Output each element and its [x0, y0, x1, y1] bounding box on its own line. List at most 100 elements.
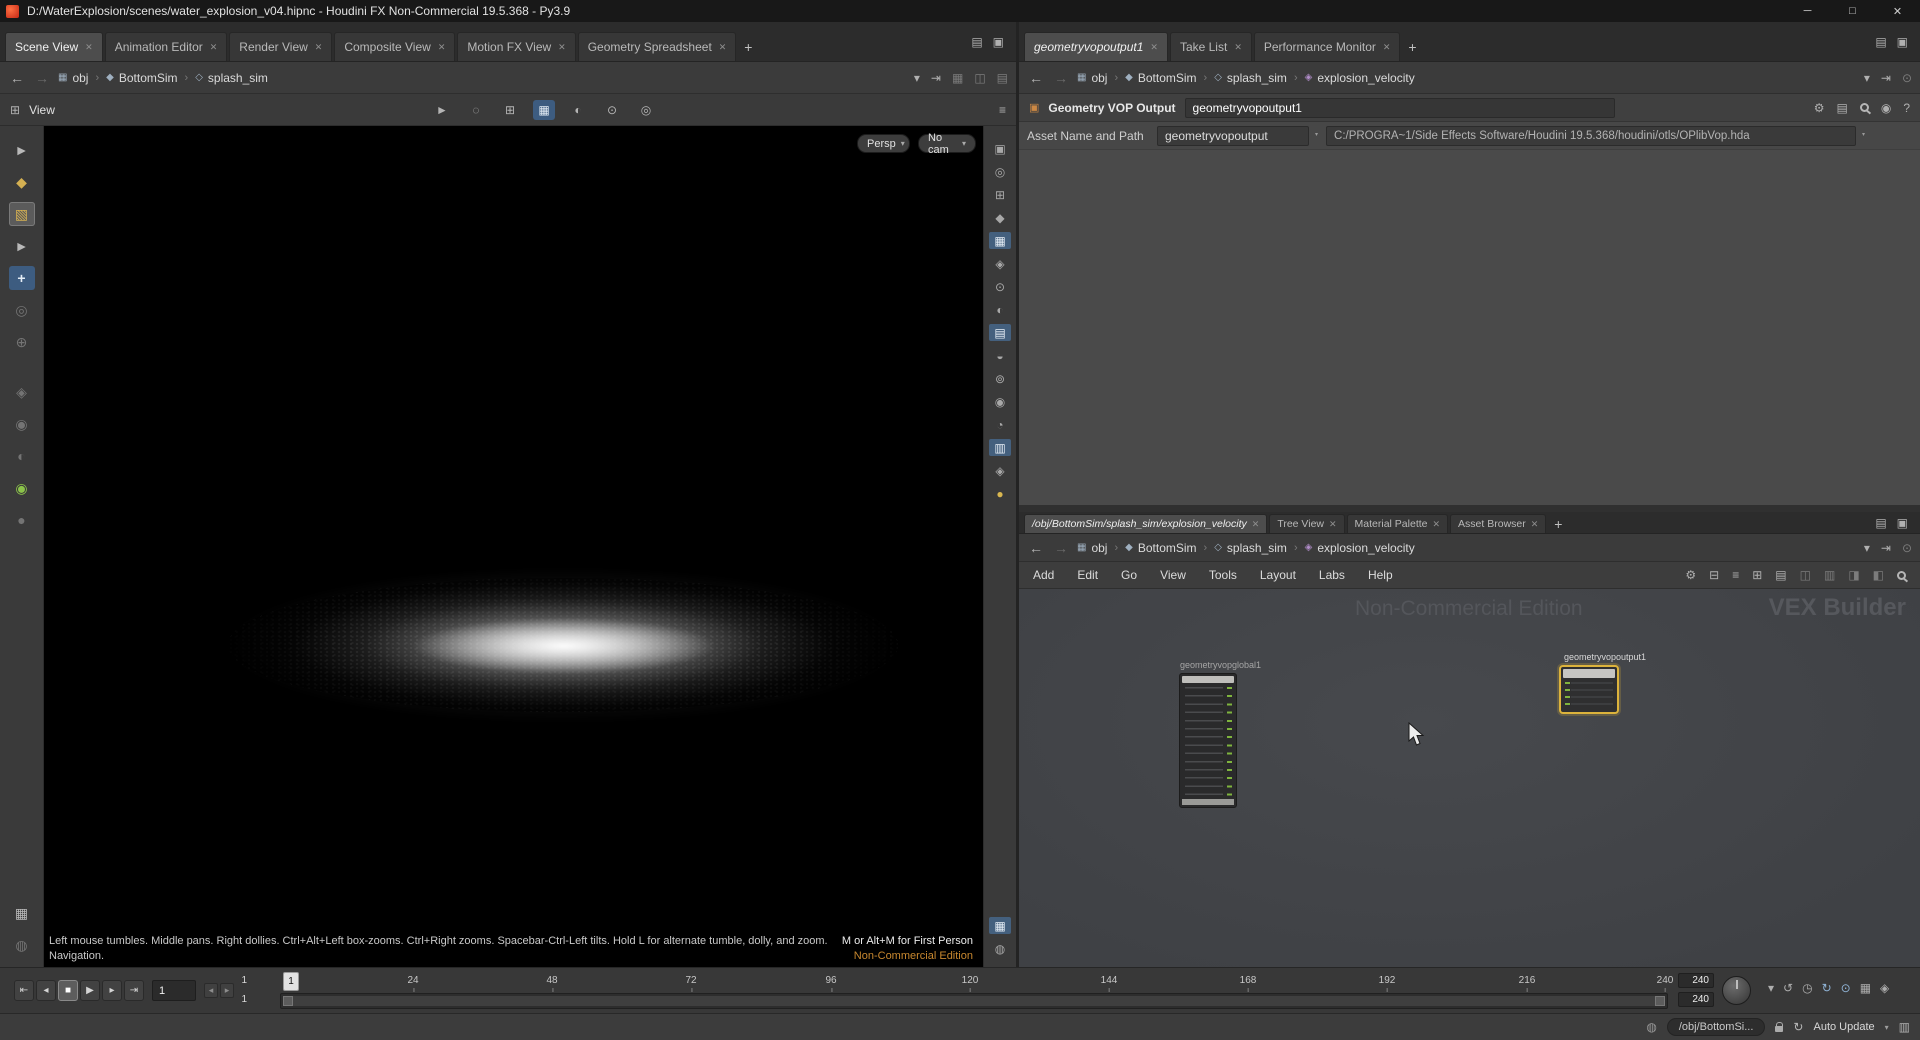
lighting-icon[interactable]: ⊙ [601, 100, 623, 120]
tab-close-icon[interactable]: ✕ [1383, 42, 1391, 53]
grid-toggle-icon[interactable]: ▦ [9, 901, 35, 925]
strip-icon[interactable]: ◍ [989, 940, 1011, 957]
view-grid-icon[interactable]: ⊞ [10, 103, 20, 117]
pane-menu-icon[interactable]: ▤ [1875, 516, 1886, 530]
tab-motion-fx-view[interactable]: Motion FX View ✕ [457, 32, 576, 61]
back-icon[interactable]: ← [1027, 540, 1045, 556]
strip-icon-active[interactable]: ▦ [989, 232, 1011, 249]
list-icon[interactable]: ≡ [1732, 568, 1739, 582]
close-button[interactable]: ✕ [1875, 0, 1920, 22]
playback-range-slider[interactable] [280, 993, 1668, 1009]
layout-icon[interactable]: ▤ [1775, 568, 1786, 582]
persp-dropdown[interactable]: Persp ▾ [857, 134, 910, 153]
round-icon[interactable]: ◉ [1881, 101, 1891, 115]
tab-close-icon[interactable]: ✕ [1150, 42, 1158, 53]
playbar-menu-icon[interactable]: ▾ [1768, 981, 1774, 995]
breadcrumb-bottomsim[interactable]: ◆ BottomSim [1125, 71, 1196, 85]
range-end-handle[interactable] [1655, 996, 1665, 1006]
lock-icon[interactable] [1775, 1021, 1784, 1032]
pane-menu-icon[interactable]: ▤ [1875, 35, 1886, 49]
keyframe-icon[interactable]: ◈ [1880, 981, 1889, 995]
pane-float-icon[interactable]: ▣ [1897, 35, 1908, 49]
tab-performance-monitor[interactable]: Performance Monitor ✕ [1253, 32, 1401, 61]
tab-take-list[interactable]: Take List ✕ [1169, 32, 1252, 61]
pin-icon[interactable]: ⊙ [1902, 71, 1912, 85]
column-icon[interactable]: ◫ [974, 71, 985, 85]
help-icon[interactable]: ? [1903, 101, 1910, 115]
spinner-icon[interactable]: ▾ [1315, 132, 1318, 138]
breadcrumb-splash-sim[interactable]: ◇ splash_sim [195, 71, 268, 85]
search-icon[interactable] [1859, 103, 1869, 112]
forward-icon[interactable]: → [33, 70, 51, 86]
breadcrumb-obj[interactable]: ▦ obj [58, 71, 88, 85]
node-input-connectors[interactable] [1565, 682, 1570, 707]
handles-tool-icon[interactable]: + [8, 266, 35, 290]
strip-icon-flag[interactable]: ● [989, 485, 1011, 502]
network-canvas[interactable]: Non-Commercial Edition VEX Builder geome… [1019, 589, 1920, 967]
strip-icon[interactable]: ⊙ [989, 278, 1011, 295]
chevron-down-icon[interactable]: ▾ [1885, 1023, 1889, 1032]
tab-close-icon[interactable]: ✕ [315, 42, 323, 53]
tab-scene-view[interactable]: Scene View ✕ [5, 32, 103, 61]
forward-icon[interactable]: → [1052, 540, 1070, 556]
stop-button[interactable]: ■ [58, 980, 78, 1001]
tab-material-palette[interactable]: Material Palette ✕ [1346, 514, 1449, 533]
film-icon[interactable]: ▦ [1860, 981, 1871, 995]
pin-icon[interactable]: ⊙ [1902, 541, 1912, 555]
tab-close-icon[interactable]: ✕ [558, 42, 566, 53]
breadcrumb-obj[interactable]: ▦ obj [1077, 71, 1107, 85]
tab-asset-browser[interactable]: Asset Browser ✕ [1450, 514, 1547, 533]
interrupt-icon[interactable]: ◍ [1646, 1020, 1656, 1034]
select-tool-icon[interactable]: ► [9, 138, 35, 162]
collapse-icon[interactable]: ⊟ [1709, 568, 1719, 582]
tab-close-icon[interactable]: ✕ [1531, 519, 1539, 530]
node-geometryvopoutput1[interactable] [1559, 665, 1619, 714]
shade-mode-icon[interactable]: ◐ [567, 100, 589, 120]
menu-view[interactable]: View [1160, 568, 1186, 582]
lasso-select-icon[interactable]: ◌ [465, 100, 487, 120]
prev-keyframe-button[interactable]: ◂ [204, 983, 218, 998]
strip-icon[interactable]: ◔ [989, 416, 1011, 433]
loop-toggle-icon[interactable]: ⊙ [1841, 981, 1851, 995]
gear-icon[interactable]: ⚙ [1814, 101, 1825, 115]
menu-go[interactable]: Go [1121, 568, 1137, 582]
step-back-button[interactable]: ◂ [36, 980, 56, 1001]
breadcrumb-obj[interactable]: ▦ obj [1077, 541, 1107, 555]
strip-icon[interactable]: ▣ [989, 140, 1011, 157]
clock-icon[interactable]: ◷ [1802, 981, 1812, 995]
search-icon[interactable] [1897, 570, 1906, 580]
current-network-path[interactable]: /obj/BottomSi... [1666, 1018, 1766, 1036]
jump-icon[interactable]: ⇥ [931, 71, 941, 85]
tab-close-icon[interactable]: ✕ [1433, 519, 1441, 530]
tab-close-icon[interactable]: ✕ [438, 42, 446, 53]
strip-icon[interactable]: ◆ [989, 209, 1011, 226]
transform-tool-icon[interactable]: ◈ [9, 380, 35, 404]
menu-tools[interactable]: Tools [1209, 568, 1237, 582]
presets-icon[interactable]: ▤ [1836, 101, 1847, 115]
pane-float-icon[interactable]: ▣ [993, 35, 1004, 49]
play-button[interactable]: ▶ [80, 980, 100, 1001]
gear-icon[interactable]: ⚙ [1685, 568, 1696, 582]
path-dropdown-icon[interactable]: ▾ [1864, 71, 1870, 85]
minimize-button[interactable]: ─ [1785, 0, 1830, 22]
forward-icon[interactable]: → [1052, 70, 1070, 86]
panel-icon[interactable]: ◧ [1873, 568, 1884, 582]
strip-icon[interactable]: ◎ [989, 163, 1011, 180]
pointer-tool-icon[interactable]: ► [9, 234, 35, 258]
jump-icon[interactable]: ⇥ [1881, 71, 1891, 85]
grid-icon[interactable]: ⊞ [1752, 568, 1762, 582]
strip-icon-active[interactable]: ▥ [989, 439, 1011, 456]
tab-close-icon[interactable]: ✕ [85, 42, 93, 53]
path-dropdown-icon[interactable]: ▾ [914, 71, 920, 85]
node-geometryvopglobal1[interactable] [1179, 673, 1237, 808]
strip-icon[interactable]: ⊞ [989, 186, 1011, 203]
camera-icon[interactable]: ◎ [635, 100, 657, 120]
maximize-button[interactable]: □ [1830, 0, 1875, 22]
tab-geometryvopoutput1[interactable]: geometryvopoutput1 ✕ [1024, 32, 1168, 61]
asset-path-field[interactable]: C:/PROGRA~1/Side Effects Software/Houdin… [1326, 125, 1857, 146]
scale-tool-icon[interactable]: ◐ [9, 444, 35, 468]
select-mode-icon[interactable]: ► [431, 100, 453, 120]
new-tab-button[interactable]: + [737, 32, 759, 61]
node-output-connectors[interactable] [1227, 687, 1232, 796]
breadcrumb-explosion-velocity[interactable]: ◈ explosion_velocity [1305, 71, 1415, 85]
